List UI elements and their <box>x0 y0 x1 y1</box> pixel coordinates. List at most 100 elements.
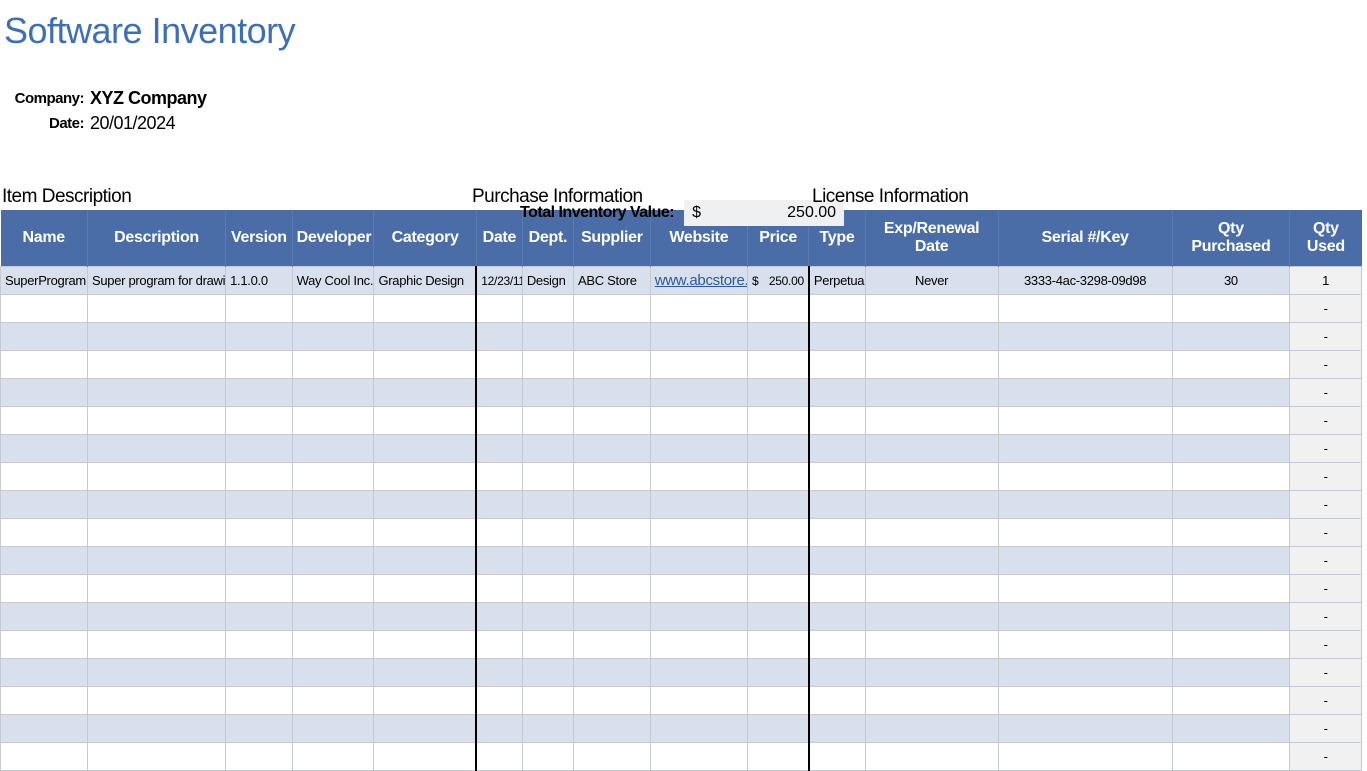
cell-empty[interactable] <box>476 323 522 351</box>
cell-empty[interactable] <box>747 743 808 771</box>
cell-empty[interactable] <box>1 575 88 603</box>
cell-empty[interactable] <box>809 547 865 575</box>
cell-empty[interactable]: - <box>1290 687 1362 715</box>
cell-empty[interactable] <box>574 659 651 687</box>
cell-empty[interactable] <box>522 631 573 659</box>
cell-empty[interactable] <box>87 435 225 463</box>
cell-date[interactable]: 12/23/11 <box>476 267 522 295</box>
cell-empty[interactable] <box>865 295 998 323</box>
cell-empty[interactable] <box>574 603 651 631</box>
cell-empty[interactable] <box>476 547 522 575</box>
cell-empty[interactable] <box>650 407 747 435</box>
cell-empty[interactable] <box>747 407 808 435</box>
cell-empty[interactable] <box>650 323 747 351</box>
cell-ver[interactable]: 1.1.0.0 <box>226 267 293 295</box>
table-row[interactable]: - <box>1 715 1362 743</box>
cell-empty[interactable] <box>1 491 88 519</box>
cell-empty[interactable] <box>865 743 998 771</box>
cell-empty[interactable] <box>998 323 1172 351</box>
cell-empty[interactable] <box>476 715 522 743</box>
cell-empty[interactable] <box>226 407 293 435</box>
cell-empty[interactable] <box>1 435 88 463</box>
cell-empty[interactable] <box>650 463 747 491</box>
cell-empty[interactable] <box>1172 491 1290 519</box>
cell-type[interactable]: Perpetual <box>809 267 865 295</box>
cell-empty[interactable] <box>522 687 573 715</box>
cell-empty[interactable] <box>226 659 293 687</box>
cell-empty[interactable] <box>1172 407 1290 435</box>
cell-price[interactable]: $250.00 <box>747 267 808 295</box>
cell-empty[interactable] <box>476 519 522 547</box>
cell-empty[interactable] <box>374 295 476 323</box>
cell-empty[interactable] <box>87 575 225 603</box>
cell-exp[interactable]: Never <box>865 267 998 295</box>
cell-empty[interactable] <box>865 687 998 715</box>
cell-empty[interactable] <box>809 603 865 631</box>
table-row[interactable]: SuperProgram Super program for drawing 1… <box>1 267 1362 295</box>
cell-empty[interactable] <box>865 631 998 659</box>
cell-empty[interactable] <box>998 659 1172 687</box>
cell-empty[interactable] <box>747 295 808 323</box>
cell-empty[interactable] <box>574 407 651 435</box>
cell-empty[interactable] <box>87 659 225 687</box>
cell-empty[interactable] <box>650 687 747 715</box>
cell-empty[interactable] <box>1172 743 1290 771</box>
cell-empty[interactable] <box>1172 659 1290 687</box>
table-row[interactable]: - <box>1 687 1362 715</box>
cell-empty[interactable] <box>87 687 225 715</box>
cell-empty[interactable]: - <box>1290 491 1362 519</box>
cell-empty[interactable] <box>747 463 808 491</box>
cell-empty[interactable] <box>374 631 476 659</box>
cell-empty[interactable] <box>650 547 747 575</box>
cell-empty[interactable] <box>574 435 651 463</box>
cell-empty[interactable] <box>476 379 522 407</box>
cell-empty[interactable] <box>865 435 998 463</box>
cell-empty[interactable] <box>865 351 998 379</box>
cell-empty[interactable] <box>998 631 1172 659</box>
cell-empty[interactable] <box>476 463 522 491</box>
cell-empty[interactable] <box>809 295 865 323</box>
cell-empty[interactable]: - <box>1290 575 1362 603</box>
cell-empty[interactable] <box>87 323 225 351</box>
cell-empty[interactable] <box>1172 351 1290 379</box>
cell-empty[interactable] <box>574 351 651 379</box>
cell-empty[interactable] <box>574 463 651 491</box>
cell-empty[interactable] <box>865 547 998 575</box>
cell-empty[interactable] <box>747 631 808 659</box>
cell-empty[interactable] <box>374 687 476 715</box>
cell-empty[interactable] <box>1 519 88 547</box>
cell-empty[interactable] <box>476 295 522 323</box>
cell-empty[interactable] <box>292 743 374 771</box>
cell-empty[interactable] <box>1172 687 1290 715</box>
table-row[interactable]: - <box>1 603 1362 631</box>
cell-empty[interactable] <box>574 323 651 351</box>
cell-empty[interactable] <box>1172 631 1290 659</box>
cell-empty[interactable] <box>87 547 225 575</box>
cell-empty[interactable] <box>292 379 374 407</box>
cell-empty[interactable] <box>574 687 651 715</box>
cell-empty[interactable] <box>574 519 651 547</box>
cell-empty[interactable]: - <box>1290 743 1362 771</box>
cell-empty[interactable] <box>747 575 808 603</box>
cell-desc[interactable]: Super program for drawing <box>87 267 225 295</box>
cell-empty[interactable] <box>650 295 747 323</box>
cell-empty[interactable] <box>865 715 998 743</box>
cell-empty[interactable] <box>1172 435 1290 463</box>
inventory-table[interactable]: Name Description Version Developer Categ… <box>0 210 1362 771</box>
cell-empty[interactable] <box>292 323 374 351</box>
cell-empty[interactable] <box>865 575 998 603</box>
cell-empty[interactable] <box>476 659 522 687</box>
cell-empty[interactable] <box>1172 715 1290 743</box>
cell-cat[interactable]: Graphic Design <box>374 267 476 295</box>
cell-empty[interactable] <box>1 351 88 379</box>
cell-empty[interactable] <box>476 491 522 519</box>
cell-empty[interactable] <box>226 463 293 491</box>
cell-empty[interactable] <box>809 743 865 771</box>
cell-empty[interactable] <box>1172 379 1290 407</box>
cell-empty[interactable] <box>226 687 293 715</box>
cell-empty[interactable]: - <box>1290 407 1362 435</box>
cell-empty[interactable] <box>809 715 865 743</box>
table-row[interactable]: - <box>1 351 1362 379</box>
cell-empty[interactable] <box>374 463 476 491</box>
cell-empty[interactable] <box>998 435 1172 463</box>
